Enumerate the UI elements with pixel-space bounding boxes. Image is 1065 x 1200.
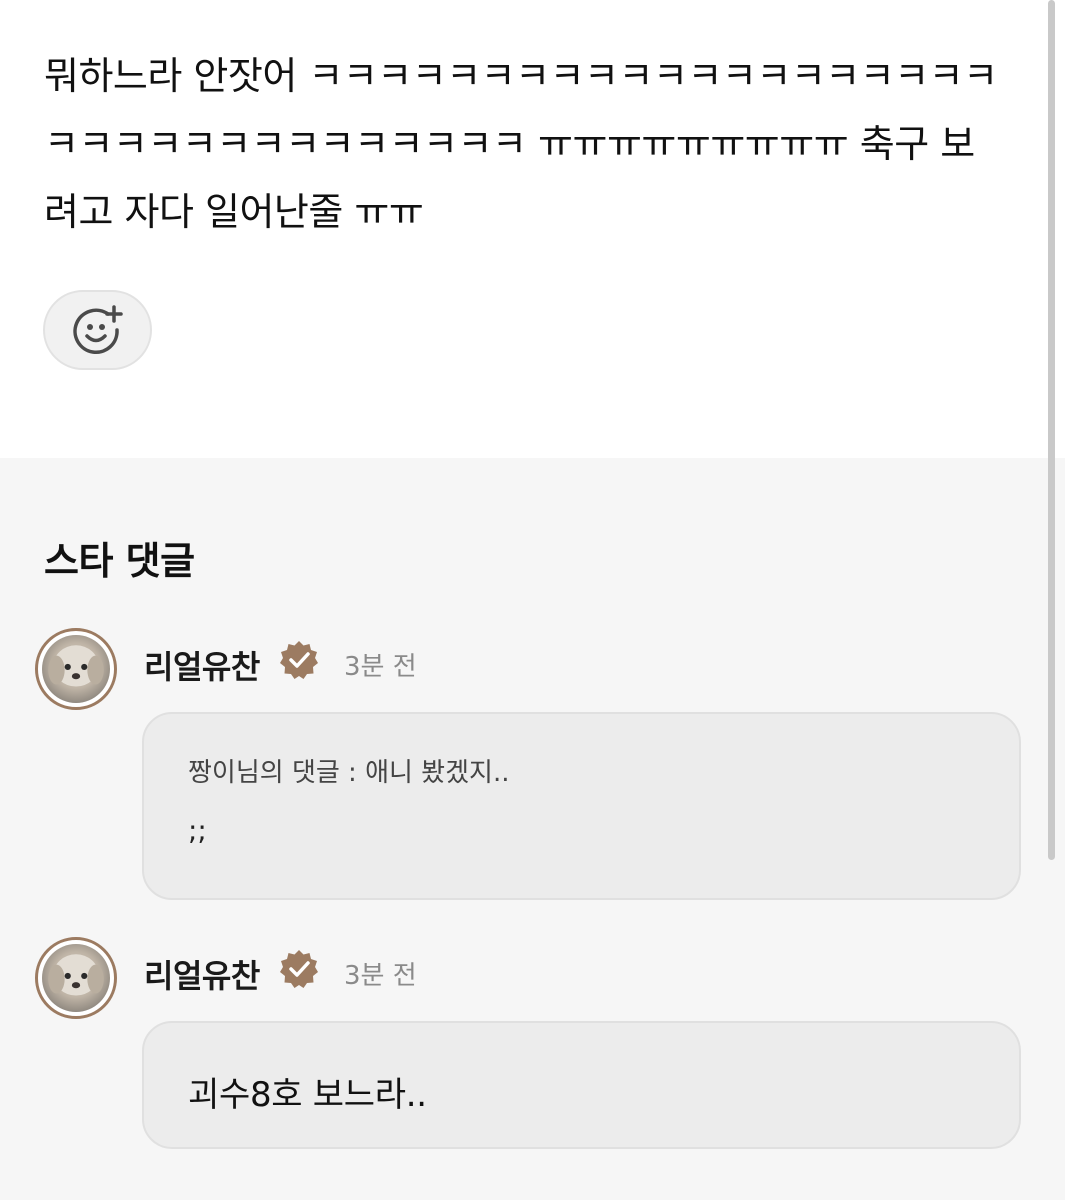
comment-text: 괴수8호 보느라.. [188,1075,427,1115]
add-emoji-icon [72,305,123,355]
post-text: 뭐하느라 안잣어 ㅋㅋㅋㅋㅋㅋㅋㅋㅋㅋㅋㅋㅋㅋㅋㅋㅋㅋㅋㅋㅋㅋㅋㅋㅋㅋㅋㅋㅋㅋㅋ… [44,54,998,234]
scrollbar[interactable] [1048,0,1055,860]
avatar[interactable] [35,937,117,1019]
comment-bubble: 짱이님의 댓글 : 애니 봤겠지.. ;; [142,712,1021,900]
timestamp: 3분 전 [344,961,417,991]
username[interactable]: 리얼유찬 [144,951,260,997]
timestamp: 3분 전 [344,652,417,682]
verified-badge-icon [280,641,318,679]
quoted-reply-text: 짱이님의 댓글 : 애니 봤겠지.. [188,758,510,788]
verified-badge-icon [280,950,318,988]
star-comments-section: 스타 댓글 리얼유찬 3분 전 짱이님의 댓글: 애니 봤겠지.. ;; 리얼… [0,458,1065,1200]
page: 뭐하느라 안잣어 ㅋㅋㅋㅋㅋㅋㅋㅋㅋㅋㅋㅋㅋㅋㅋㅋㅋㅋㅋㅋㅋㅋㅋㅋㅋㅋㅋㅋㅋㅋㅋ… [0,0,1065,1200]
avatar-image [42,944,110,1012]
avatar[interactable] [35,628,117,710]
section-title: 스타 댓글 [44,539,195,583]
post: 뭐하느라 안잣어 ㅋㅋㅋㅋㅋㅋㅋㅋㅋㅋㅋㅋㅋㅋㅋㅋㅋㅋㅋㅋㅋㅋㅋㅋㅋㅋㅋㅋㅋㅋㅋ… [0,0,1065,458]
username[interactable]: 리얼유찬 [144,642,260,688]
avatar-image [42,635,110,703]
comment-bubble: 괴수8호 보느라.. [142,1021,1021,1149]
add-reaction-button[interactable] [43,290,152,370]
comment-text: ;; [188,814,207,847]
